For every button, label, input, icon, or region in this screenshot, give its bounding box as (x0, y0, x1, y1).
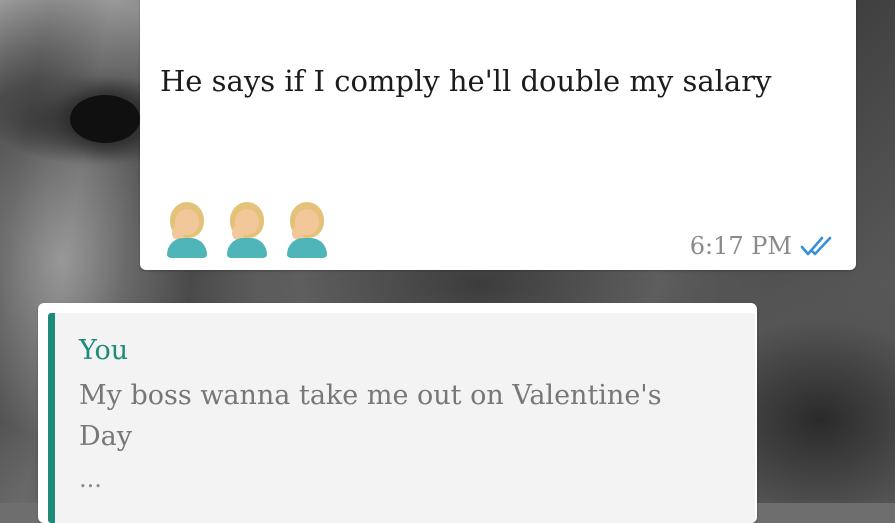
emoji-row (164, 202, 330, 258)
quote-author: You (79, 335, 129, 366)
quoted-message-block[interactable]: You My boss wanna take me out on Valenti… (48, 313, 755, 523)
quoted-message-card[interactable]: You My boss wanna take me out on Valenti… (38, 303, 757, 523)
woman-facepalming-icon (224, 202, 270, 258)
message-text: He says if I comply he'll double my sala… (160, 64, 772, 98)
message-meta: 6:17 PM (690, 232, 836, 260)
woman-facepalming-icon (164, 202, 210, 258)
message-timestamp: 6:17 PM (689, 232, 792, 260)
quote-text: My boss wanna take me out on Valentine's… (79, 380, 662, 452)
outgoing-message-bubble[interactable]: He says if I comply he'll double my sala… (140, 0, 856, 270)
wallpaper-eye (70, 95, 140, 143)
read-double-check-icon (800, 235, 836, 257)
woman-facepalming-icon (284, 202, 330, 258)
quote-ellipsis: ... (79, 465, 102, 493)
